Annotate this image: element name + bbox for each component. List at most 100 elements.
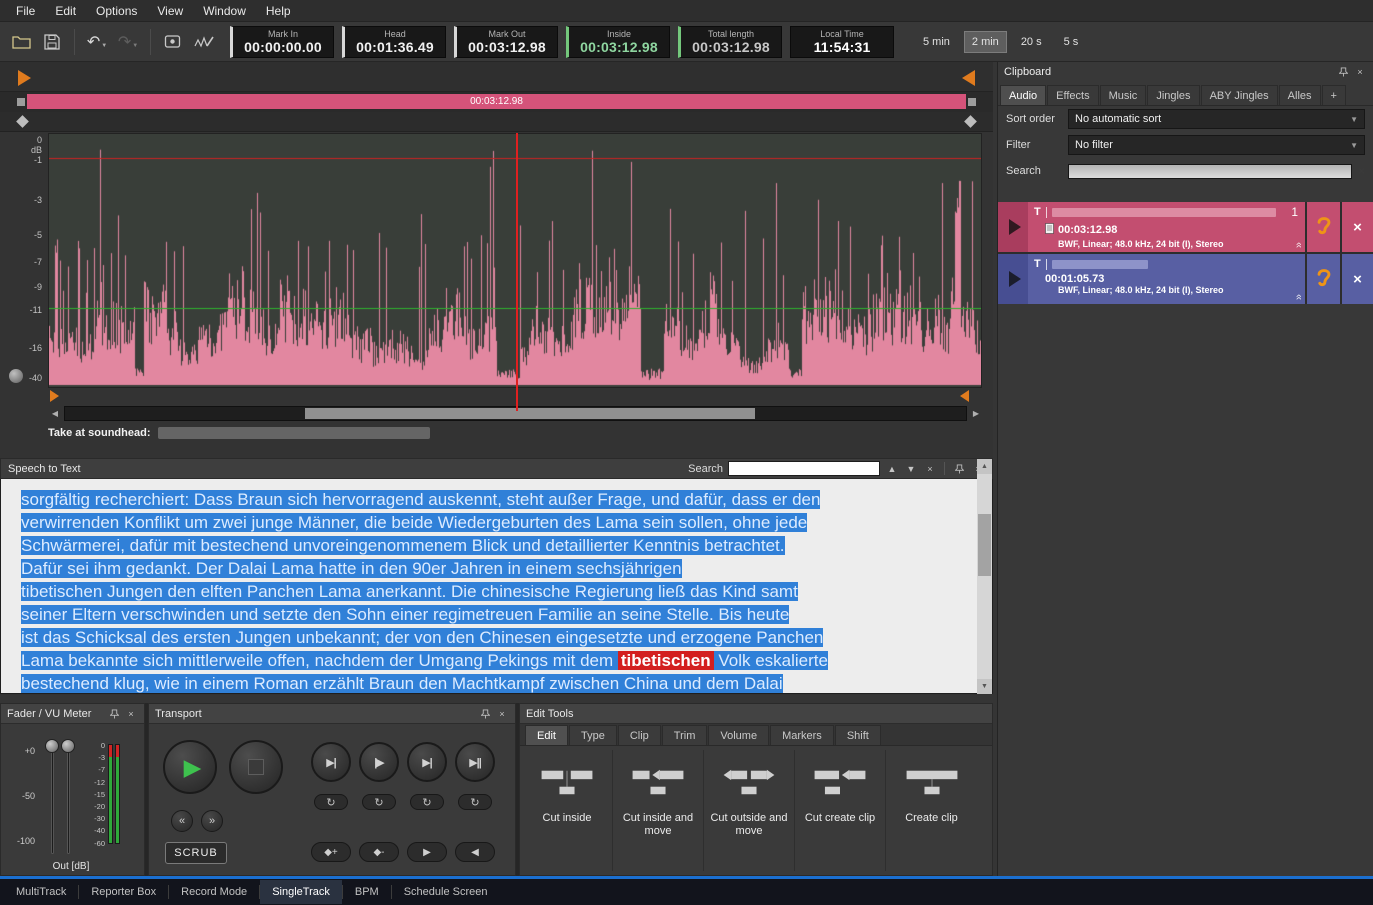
transcript-line[interactable]: Dafür sei ihm gedankt. Der Dalai Lama ha… — [21, 557, 962, 580]
item-remove-button[interactable]: × — [1340, 202, 1373, 252]
transcript-line[interactable]: verwirrenden Konflikt um zwei junge Männ… — [21, 511, 962, 534]
edit-tools-tab-trim[interactable]: Trim — [662, 725, 708, 745]
stop-button[interactable] — [229, 740, 283, 794]
loop-button[interactable]: ↻ — [458, 794, 492, 810]
search-next-button[interactable]: ▼ — [904, 462, 918, 476]
transcript-line[interactable]: seiner Eltern verschwinden und setzte de… — [21, 603, 962, 626]
stt-search-input[interactable] — [728, 461, 880, 476]
loop-button[interactable]: ↻ — [410, 794, 444, 810]
play-skip-button[interactable]: ▶|| — [455, 742, 495, 782]
scroll-right-button[interactable]: ▶ — [969, 405, 983, 421]
clipboard-tab-effects[interactable]: Effects — [1047, 85, 1098, 105]
scroll-down-button[interactable]: ▼ — [977, 679, 992, 694]
clipboard-item[interactable]: T00:01:05.73BWF, Linear; 48.0 kHz, 24 bi… — [998, 254, 1373, 304]
play-button[interactable]: ▶ — [163, 740, 217, 794]
item-play-button[interactable] — [998, 254, 1028, 304]
save-button[interactable] — [39, 29, 65, 55]
open-button[interactable] — [8, 29, 34, 55]
stt-text[interactable]: sorgfältig recherchiert: Dass Braun sich… — [0, 479, 993, 694]
screen-tab-record-mode[interactable]: Record Mode — [169, 880, 259, 904]
rewind-button[interactable]: « — [171, 810, 193, 832]
clipboard-item[interactable]: T100:03:12.98BWF, Linear; 48.0 kHz, 24 b… — [998, 202, 1373, 252]
menu-item-window[interactable]: Window — [193, 1, 256, 21]
play-section-button[interactable]: |▶ — [359, 742, 399, 782]
pin-button[interactable] — [1336, 65, 1350, 79]
menu-item-options[interactable]: Options — [86, 1, 147, 21]
selection-range-bar[interactable]: 00:03:12.98 — [27, 94, 966, 109]
filter-select[interactable]: No filter ▼ — [1068, 135, 1365, 155]
close-button[interactable]: × — [1353, 65, 1367, 79]
play-to-out-button[interactable]: ▶| — [407, 742, 447, 782]
playhead-cursor[interactable] — [516, 133, 518, 411]
screen-tab-singletrack[interactable]: SingleTrack — [260, 880, 342, 904]
menu-item-view[interactable]: View — [147, 1, 193, 21]
zoom-button-5-s[interactable]: 5 s — [1056, 31, 1087, 53]
stt-scroll-thumb[interactable] — [978, 514, 991, 576]
mark-out-icon[interactable] — [960, 390, 969, 402]
transcript-line[interactable]: bestechend klug, wie in einem Roman erzä… — [21, 672, 962, 694]
collapse-icon[interactable]: » — [1293, 294, 1305, 300]
tool-cut-inside-and-move[interactable]: Cut inside and move — [613, 750, 704, 871]
tool-cut-inside[interactable]: Cut inside — [522, 750, 613, 871]
transcript-line[interactable]: ist das Schicksal des ersten Jungen unbe… — [21, 626, 962, 649]
mark-in-icon[interactable] — [50, 390, 59, 402]
item-remove-button[interactable]: × — [1340, 254, 1373, 304]
clipboard-search-input[interactable] — [1068, 164, 1352, 179]
menu-item-file[interactable]: File — [6, 1, 45, 21]
sort-order-select[interactable]: No automatic sort ▼ — [1068, 109, 1365, 129]
waveform-display[interactable] — [49, 134, 981, 387]
level-knob[interactable] — [9, 369, 23, 383]
forward-button[interactable]: » — [201, 810, 223, 832]
step-forward-button[interactable]: ▶ — [407, 842, 447, 862]
item-prelisten-button[interactable] — [1305, 202, 1340, 252]
pin-button[interactable] — [478, 707, 492, 721]
pin-button[interactable] — [107, 707, 121, 721]
mark-in-handle-icon[interactable] — [18, 70, 31, 86]
clipboard-tab-plus[interactable]: + — [1322, 85, 1346, 105]
undo-button[interactable]: ↶▼ — [84, 29, 110, 55]
overview-strip[interactable] — [0, 62, 993, 92]
transcript-line[interactable]: tibetischen Jungen den elften Panchen La… — [21, 580, 962, 603]
pin-button[interactable] — [952, 462, 966, 476]
edit-tools-tab-markers[interactable]: Markers — [770, 725, 834, 745]
scrub-button[interactable]: SCRUB — [165, 842, 227, 864]
edit-tools-tab-edit[interactable]: Edit — [525, 725, 568, 745]
zoom-button-2-min[interactable]: 2 min — [964, 31, 1007, 53]
close-button[interactable]: × — [124, 707, 138, 721]
item-prelisten-button[interactable] — [1305, 254, 1340, 304]
fader-knob-left[interactable] — [45, 739, 59, 753]
edit-tools-tab-type[interactable]: Type — [569, 725, 617, 745]
loop-button[interactable]: ↻ — [314, 794, 348, 810]
menu-item-help[interactable]: Help — [256, 1, 301, 21]
scroll-left-button[interactable]: ◀ — [48, 405, 62, 421]
step-back-button[interactable]: ◀ — [455, 842, 495, 862]
loop-button[interactable]: ↻ — [362, 794, 396, 810]
clip-diamond-icon[interactable] — [16, 115, 29, 128]
waveform-plot[interactable] — [48, 133, 982, 388]
tool-cut-outside-and-move[interactable]: Cut outside and move — [704, 750, 795, 871]
clipboard-tab-music[interactable]: Music — [1100, 85, 1147, 105]
stt-scroll-track[interactable] — [977, 474, 992, 679]
transfer-button[interactable] — [160, 29, 186, 55]
edit-tools-tab-clip[interactable]: Clip — [618, 725, 661, 745]
redo-button[interactable]: ↷▼ — [115, 29, 141, 55]
close-button[interactable]: × — [495, 707, 509, 721]
clipboard-tab-alles[interactable]: Alles — [1279, 85, 1321, 105]
transcript-line[interactable]: Lama bekannte sich mittlerweile offen, n… — [21, 649, 962, 672]
clipboard-tab-jingles[interactable]: Jingles — [1147, 85, 1199, 105]
screen-tab-multitrack[interactable]: MultiTrack — [4, 880, 78, 904]
scroll-thumb[interactable] — [305, 408, 755, 419]
tool-create-clip[interactable]: Create clip — [886, 750, 977, 871]
edit-tools-tab-shift[interactable]: Shift — [835, 725, 881, 745]
scroll-up-button[interactable]: ▲ — [977, 459, 992, 474]
menu-item-edit[interactable]: Edit — [45, 1, 86, 21]
search-prev-button[interactable]: ▲ — [885, 462, 899, 476]
mark-out-handle-icon[interactable] — [962, 70, 975, 86]
transcript-line[interactable]: sorgfältig recherchiert: Dass Braun sich… — [21, 488, 962, 511]
range-handle-left[interactable] — [17, 98, 25, 106]
range-handle-right[interactable] — [968, 98, 976, 106]
item-play-button[interactable] — [998, 202, 1028, 252]
search-clear-button[interactable]: × — [923, 462, 937, 476]
clipboard-tab-audio[interactable]: Audio — [1000, 85, 1046, 105]
tool-cut-create-clip[interactable]: Cut create clip — [795, 750, 886, 871]
